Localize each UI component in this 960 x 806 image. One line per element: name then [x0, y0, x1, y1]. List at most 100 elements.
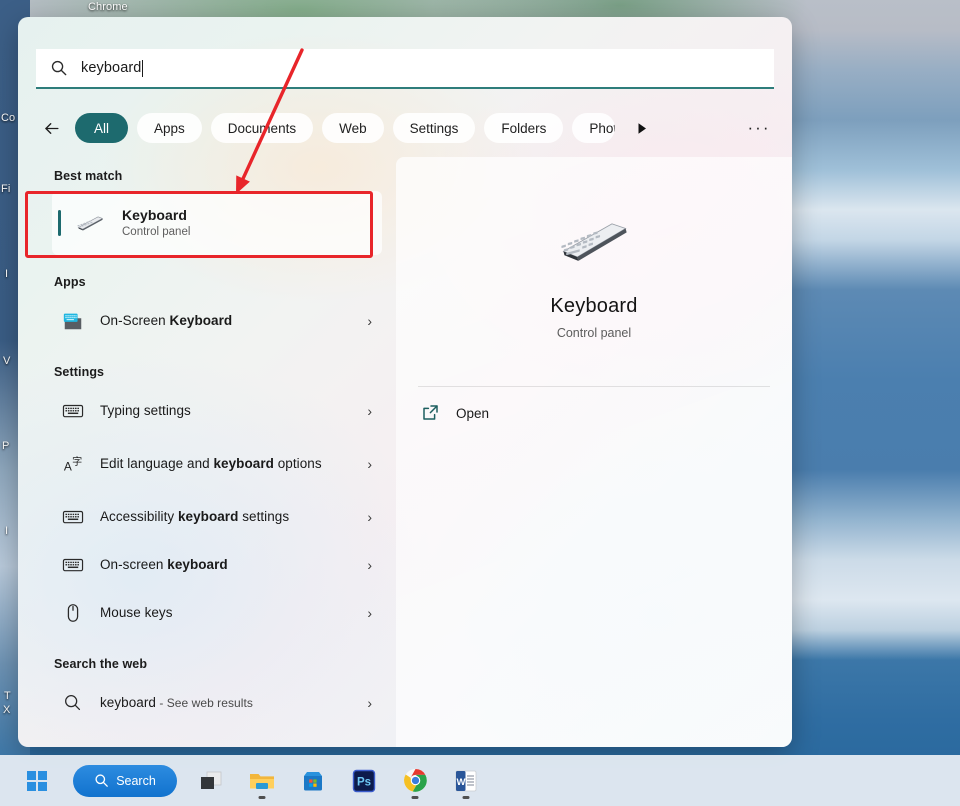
result-row-text: Edit language and keyboard options: [100, 455, 358, 473]
task-view-icon: [198, 769, 224, 793]
file-explorer-icon: [248, 769, 276, 793]
file-explorer-button[interactable]: [243, 762, 281, 800]
search-icon: [94, 773, 109, 788]
chevron-right-icon[interactable]: ›: [358, 509, 372, 525]
chevron-right-icon[interactable]: ›: [358, 313, 372, 329]
open-external-icon: [420, 403, 440, 423]
filter-tab-label: Apps: [154, 121, 185, 136]
open-label: Open: [456, 406, 489, 421]
mouse-icon: [62, 602, 84, 624]
desktop-icon-label[interactable]: I: [5, 268, 8, 280]
result-row-setting[interactable]: On-screen keyboard›: [52, 541, 382, 589]
on-screen-keyboard-app-icon: [62, 310, 84, 332]
keyboard-device-icon: [74, 207, 106, 239]
desktop-icon-label[interactable]: V: [3, 355, 10, 367]
result-row-icon: [60, 600, 86, 626]
settings-result-group: Typing settings›A字Edit language and keyb…: [52, 387, 382, 637]
result-row-icon: [60, 308, 86, 334]
result-row-title: Typing settings: [100, 402, 358, 420]
result-row-text: On-screen keyboard: [100, 556, 358, 574]
desktop-icon-label[interactable]: Co: [1, 112, 15, 124]
back-button[interactable]: [36, 113, 66, 143]
search-filter-tabs[interactable]: All Apps Documents Web Settings Folders Photos: [36, 107, 774, 149]
running-indicator: [259, 796, 266, 799]
result-row-icon: [60, 398, 86, 424]
text-caret: [142, 60, 143, 77]
filter-tab-label: Web: [339, 121, 367, 136]
web-result-group: keyboard - See web results›: [52, 679, 382, 727]
filter-tab-all[interactable]: All: [75, 113, 128, 143]
word-button[interactable]: W: [447, 762, 485, 800]
chevron-right-icon[interactable]: ›: [358, 557, 372, 573]
result-row-icon: [60, 690, 86, 716]
chrome-button[interactable]: [396, 762, 434, 800]
filter-tab-settings[interactable]: Settings: [393, 113, 476, 143]
desktop-icon-label[interactable]: I: [5, 525, 8, 537]
word-icon: W: [454, 769, 478, 793]
keyboard-outline-icon: [62, 554, 84, 576]
photoshop-button[interactable]: Ps: [345, 762, 383, 800]
magnifier-icon: [62, 692, 84, 714]
group-header-settings: Settings: [54, 365, 382, 379]
microsoft-store-icon: [301, 769, 325, 793]
result-row-text: Mouse keys: [100, 604, 358, 622]
open-action-button[interactable]: Open: [396, 387, 792, 423]
microsoft-store-button[interactable]: [294, 762, 332, 800]
keyboard-outline-icon: [62, 506, 84, 528]
taskbar-search-button[interactable]: Search: [73, 765, 177, 797]
result-row-title: keyboard - See web results: [100, 694, 358, 712]
result-row-setting[interactable]: Accessibility keyboard settings›: [52, 493, 382, 541]
result-row-setting[interactable]: Typing settings›: [52, 387, 382, 435]
filter-tab-folders[interactable]: Folders: [484, 113, 563, 143]
result-row-text: On-Screen Keyboard: [100, 312, 358, 330]
search-query-text: keyboard: [81, 60, 141, 76]
running-indicator: [463, 796, 470, 799]
chevron-right-icon[interactable]: ›: [358, 695, 372, 711]
windows-start-icon: [26, 770, 48, 792]
windows-taskbar[interactable]: Search Ps: [0, 755, 960, 806]
group-header-apps: Apps: [54, 275, 382, 289]
task-view-button[interactable]: [192, 762, 230, 800]
best-match-text: Keyboard Control panel: [122, 206, 382, 240]
result-row-title: Edit language and keyboard options: [100, 455, 358, 473]
desktop-icon-label[interactable]: Fi: [1, 183, 10, 195]
preview-title: Keyboard: [396, 295, 792, 318]
desktop-icon-label[interactable]: Chrome: [88, 1, 128, 13]
svg-text:W: W: [457, 777, 466, 788]
result-row-icon: [60, 552, 86, 578]
more-options-button[interactable]: ···: [744, 115, 774, 141]
search-icon: [50, 59, 68, 77]
language-icon: A字: [62, 453, 84, 475]
result-row-app[interactable]: On-Screen Keyboard›: [52, 297, 382, 345]
best-match-title: Keyboard: [122, 206, 382, 224]
result-row-icon: A字: [60, 451, 86, 477]
chrome-icon: [403, 768, 428, 793]
filter-tab-web[interactable]: Web: [322, 113, 384, 143]
photoshop-icon: Ps: [352, 769, 376, 793]
filter-scroll-next-button[interactable]: [628, 113, 654, 143]
result-row-text: keyboard - See web results: [100, 694, 358, 712]
result-row-title: Mouse keys: [100, 604, 358, 622]
result-row-setting[interactable]: A字 Edit language and keyboard options›: [52, 435, 382, 493]
start-button[interactable]: [18, 762, 56, 800]
desktop-icon-label[interactable]: T: [4, 690, 11, 702]
result-best-match-keyboard[interactable]: Keyboard Control panel: [52, 191, 382, 255]
search-input[interactable]: keyboard: [36, 49, 774, 89]
filter-tab-documents[interactable]: Documents: [211, 113, 313, 143]
best-match-subtitle: Control panel: [122, 225, 382, 240]
chevron-right-icon[interactable]: ›: [358, 605, 372, 621]
desktop-icon-label[interactable]: P: [2, 440, 9, 452]
chevron-right-icon[interactable]: ›: [358, 403, 372, 419]
result-row-setting[interactable]: Mouse keys›: [52, 589, 382, 637]
keyboard-device-art: [551, 207, 637, 269]
play-arrow-icon: [634, 121, 649, 136]
selection-indicator: [58, 210, 61, 236]
filter-tab-apps[interactable]: Apps: [137, 113, 202, 143]
apps-result-group: On-Screen Keyboard›: [52, 297, 382, 345]
svg-text:字: 字: [72, 455, 82, 468]
chevron-right-icon[interactable]: ›: [358, 456, 372, 472]
result-row-title: Accessibility keyboard settings: [100, 508, 358, 526]
filter-tab-photos[interactable]: Photos: [572, 113, 615, 143]
result-row-web[interactable]: keyboard - See web results›: [52, 679, 382, 727]
desktop-icon-label[interactable]: X: [3, 704, 10, 716]
